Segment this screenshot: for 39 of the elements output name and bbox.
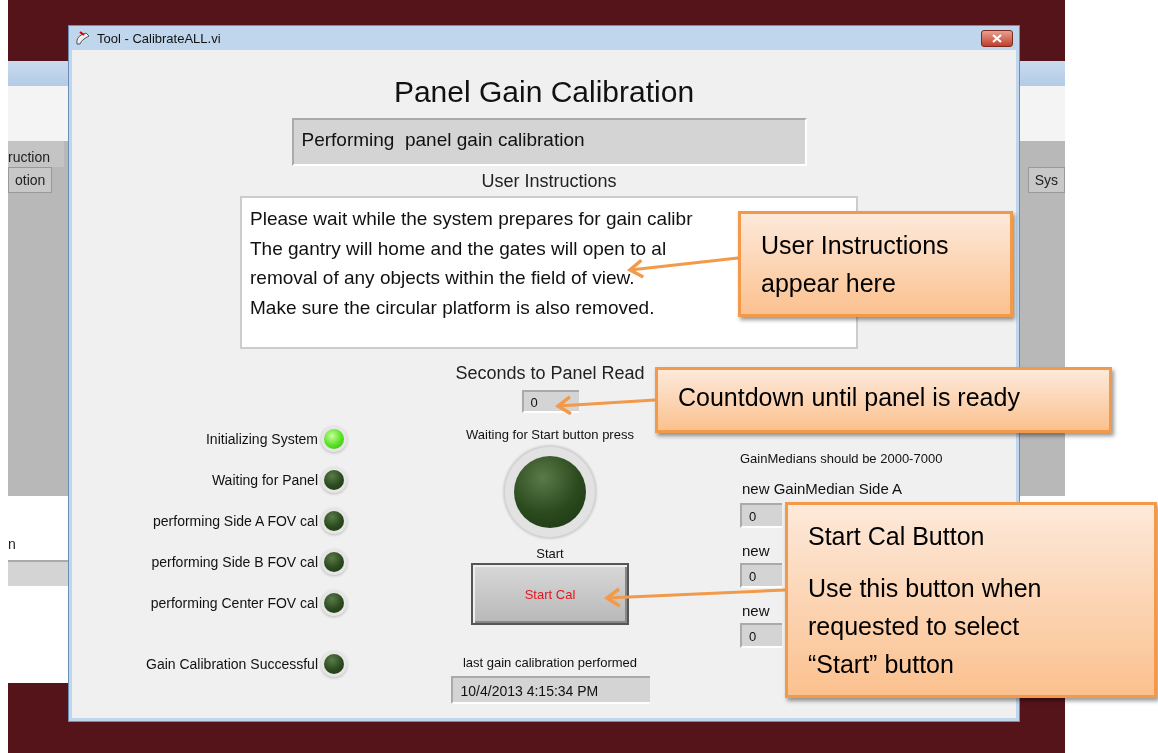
indicator-label: performing Center FOV cal xyxy=(150,594,318,611)
instruction-line: removal of any objects within the field of view. xyxy=(250,266,635,290)
tab-label: ruction xyxy=(8,141,64,167)
tab[interactable]: Sys xyxy=(1027,167,1065,193)
callout-text: Countdown until panel is ready xyxy=(678,382,1021,413)
indicator-label: Initializing System xyxy=(205,430,318,447)
status-field: Performing panel gain calibration xyxy=(291,118,807,166)
callout-text: Use this button when requested to select “Start” button xyxy=(808,573,1043,680)
gain-median-field: 0 xyxy=(740,563,782,588)
instruction-line: The gantry will home and the gates will open to al xyxy=(250,236,667,261)
indicator-label: Gain Calibration Successful xyxy=(146,655,318,672)
indicator-label: Waiting for Start button press xyxy=(466,427,634,442)
instruction-line: Please wait while the system prepares for gain calibr xyxy=(250,207,693,231)
indicator-label: performing Side A FOV cal xyxy=(153,512,318,529)
field-label: new xyxy=(742,542,770,559)
field-label: Seconds to Panel Read xyxy=(455,363,645,384)
field-label: n xyxy=(8,536,16,554)
panel-heading: Panel Gain Calibration xyxy=(393,74,695,110)
callout-text: User Instructions xyxy=(761,230,950,261)
instruction-line: Make sure the circular platform is also removed. xyxy=(250,295,655,320)
tab[interactable]: otion xyxy=(8,167,53,193)
callout-text: appear here xyxy=(761,268,897,299)
date-field: 10/4/2013 4:15:34 PM xyxy=(450,676,650,704)
indicator-label: Waiting for Panel xyxy=(211,471,318,488)
gain-note: GainMedians should be 2000-7000 xyxy=(740,451,943,466)
text-field[interactable] xyxy=(8,560,68,586)
field-label: last gain calibration performed xyxy=(462,655,638,670)
callout-text: Start Cal Button xyxy=(808,521,986,552)
close-button[interactable] xyxy=(981,29,1013,47)
field-label: User Instructions xyxy=(481,171,617,192)
button-caption: Start xyxy=(536,546,564,561)
field-label: new GainMedian Side A xyxy=(742,480,903,497)
indicator-label: performing Side B FOV cal xyxy=(151,553,318,570)
close-icon xyxy=(992,33,1002,43)
field-label: new xyxy=(742,602,770,619)
window-title: Tool - CalibrateALL.vi xyxy=(97,30,222,46)
app-icon xyxy=(75,30,91,46)
gain-median-field: 0 xyxy=(740,623,782,648)
gain-median-field: 0 xyxy=(740,503,782,528)
